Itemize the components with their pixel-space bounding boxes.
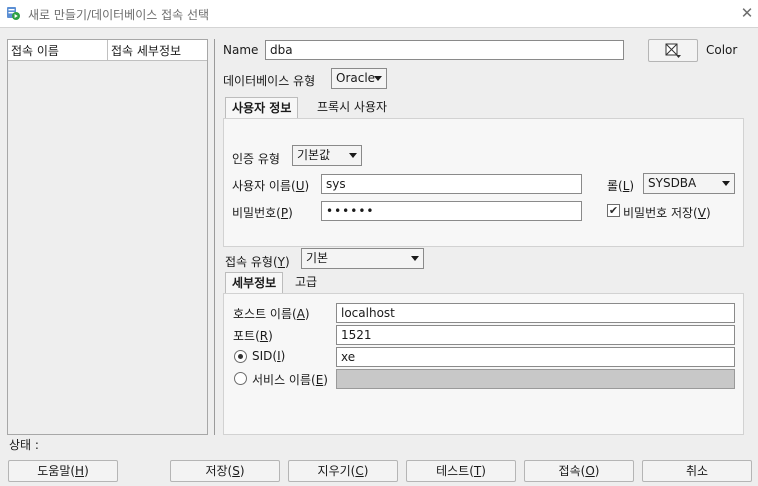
window-title: 새로 만들기/데이터베이스 접속 선택: [28, 8, 210, 22]
auth-type-select[interactable]: 기본값: [292, 145, 362, 166]
db-type-select[interactable]: Oracle: [331, 68, 387, 89]
status-label: 상태 :: [9, 438, 39, 452]
role-select[interactable]: SYSDBA: [643, 173, 735, 194]
save-button[interactable]: 저장(S): [170, 460, 280, 482]
username-field[interactable]: sys: [321, 174, 582, 194]
service-name-radio[interactable]: [234, 372, 247, 385]
connection-type-value: 기본: [306, 251, 329, 265]
chevron-down-icon: [349, 153, 357, 158]
role-label: 롤(L): [607, 179, 635, 193]
connections-list[interactable]: 접속 이름 접속 세부정보: [7, 39, 208, 435]
host-label: 호스트 이름(A): [233, 307, 310, 321]
color-swatch-icon: [665, 43, 681, 58]
chevron-down-icon: [374, 76, 382, 81]
splitter[interactable]: [214, 39, 215, 435]
sid-label: SID(I): [252, 349, 286, 363]
save-password-checkbox[interactable]: ✔: [607, 204, 620, 217]
password-label: 비밀번호(P): [232, 206, 293, 220]
name-field[interactable]: dba: [265, 40, 624, 60]
connect-button[interactable]: 접속(O): [524, 460, 634, 482]
service-name-field[interactable]: [336, 369, 735, 389]
close-icon[interactable]: ✕: [738, 4, 756, 22]
name-label: Name: [223, 43, 259, 57]
service-name-label: 서비스 이름(E): [252, 373, 328, 387]
connections-table-header: 접속 이름 접속 세부정보: [8, 40, 207, 61]
tab-details[interactable]: 세부정보: [225, 272, 284, 294]
checkmark-icon: ✔: [608, 204, 619, 217]
column-header-connection-name[interactable]: 접속 이름: [11, 42, 59, 59]
chevron-down-icon: [722, 181, 730, 186]
chevron-down-icon: [411, 256, 419, 261]
db-type-label: 데이터베이스 유형: [223, 74, 316, 88]
port-label: 포트(R): [233, 329, 273, 343]
save-password-label: 비밀번호 저장(V): [623, 206, 711, 220]
connection-type-label: 접속 유형(Y): [225, 255, 290, 269]
column-header-connection-details[interactable]: 접속 세부정보: [111, 42, 181, 59]
auth-type-label: 인증 유형: [232, 152, 280, 166]
color-picker-button[interactable]: [648, 39, 698, 62]
title-bar: 새로 만들기/데이터베이스 접속 선택 ✕: [0, 0, 758, 28]
auth-type-value: 기본값: [297, 148, 331, 162]
port-field[interactable]: 1521: [336, 325, 735, 345]
sid-radio[interactable]: [234, 350, 247, 363]
sid-field[interactable]: xe: [336, 347, 735, 367]
column-divider[interactable]: [107, 40, 108, 61]
cancel-button[interactable]: 취소: [642, 460, 752, 482]
connection-type-select[interactable]: 기본: [301, 248, 424, 269]
tab-proxy-user[interactable]: 프록시 사용자: [311, 97, 393, 119]
clear-button[interactable]: 지우기(C): [288, 460, 398, 482]
color-label: Color: [706, 43, 738, 57]
database-app-icon: [6, 6, 20, 20]
tab-advanced[interactable]: 고급: [289, 272, 323, 294]
username-label: 사용자 이름(U): [232, 179, 310, 193]
host-field[interactable]: localhost: [336, 303, 735, 323]
tab-user-info[interactable]: 사용자 정보: [225, 97, 299, 119]
test-button[interactable]: 테스트(T): [406, 460, 516, 482]
role-value: SYSDBA: [648, 176, 697, 190]
db-type-value: Oracle: [336, 71, 376, 85]
help-button[interactable]: 도움말(H): [8, 460, 118, 482]
password-field[interactable]: ••••••: [321, 201, 582, 221]
